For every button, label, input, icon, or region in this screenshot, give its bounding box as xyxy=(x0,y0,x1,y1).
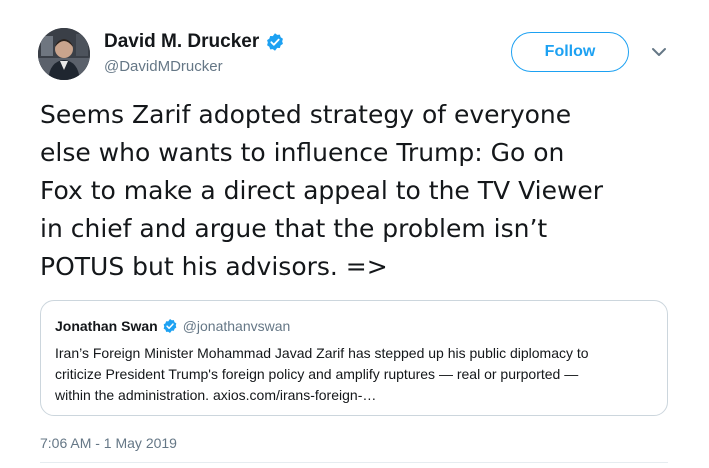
author-name[interactable]: David M. Drucker xyxy=(104,31,285,53)
avatar[interactable] xyxy=(38,28,90,80)
verified-badge-icon xyxy=(267,33,284,51)
tweet-timestamp[interactable]: 7:06 AM - 1 May 2019 xyxy=(40,435,177,451)
quoted-tweet[interactable]: Jonathan Swan @jonathanvswan Iran’s Fore… xyxy=(40,300,668,416)
author-name-text[interactable]: David M. Drucker xyxy=(104,31,259,53)
follow-button[interactable]: Follow xyxy=(511,32,629,72)
tweet-text: Seems Zarif adopted strategy of everyone… xyxy=(40,100,604,281)
avatar-photo xyxy=(38,28,90,80)
quoted-author-handle: @jonathanvswan xyxy=(182,318,291,334)
divider xyxy=(40,462,668,463)
quoted-tweet-header: Jonathan Swan @jonathanvswan xyxy=(55,318,290,334)
chevron-down-icon[interactable] xyxy=(650,45,668,59)
follow-button-label: Follow xyxy=(544,43,596,60)
quoted-author-name: Jonathan Swan xyxy=(55,318,158,334)
verified-badge-icon xyxy=(163,319,177,333)
author-handle[interactable]: @DavidMDrucker xyxy=(104,58,223,75)
quoted-tweet-text: Iran’s Foreign Minister Mohammad Javad Z… xyxy=(55,345,589,403)
